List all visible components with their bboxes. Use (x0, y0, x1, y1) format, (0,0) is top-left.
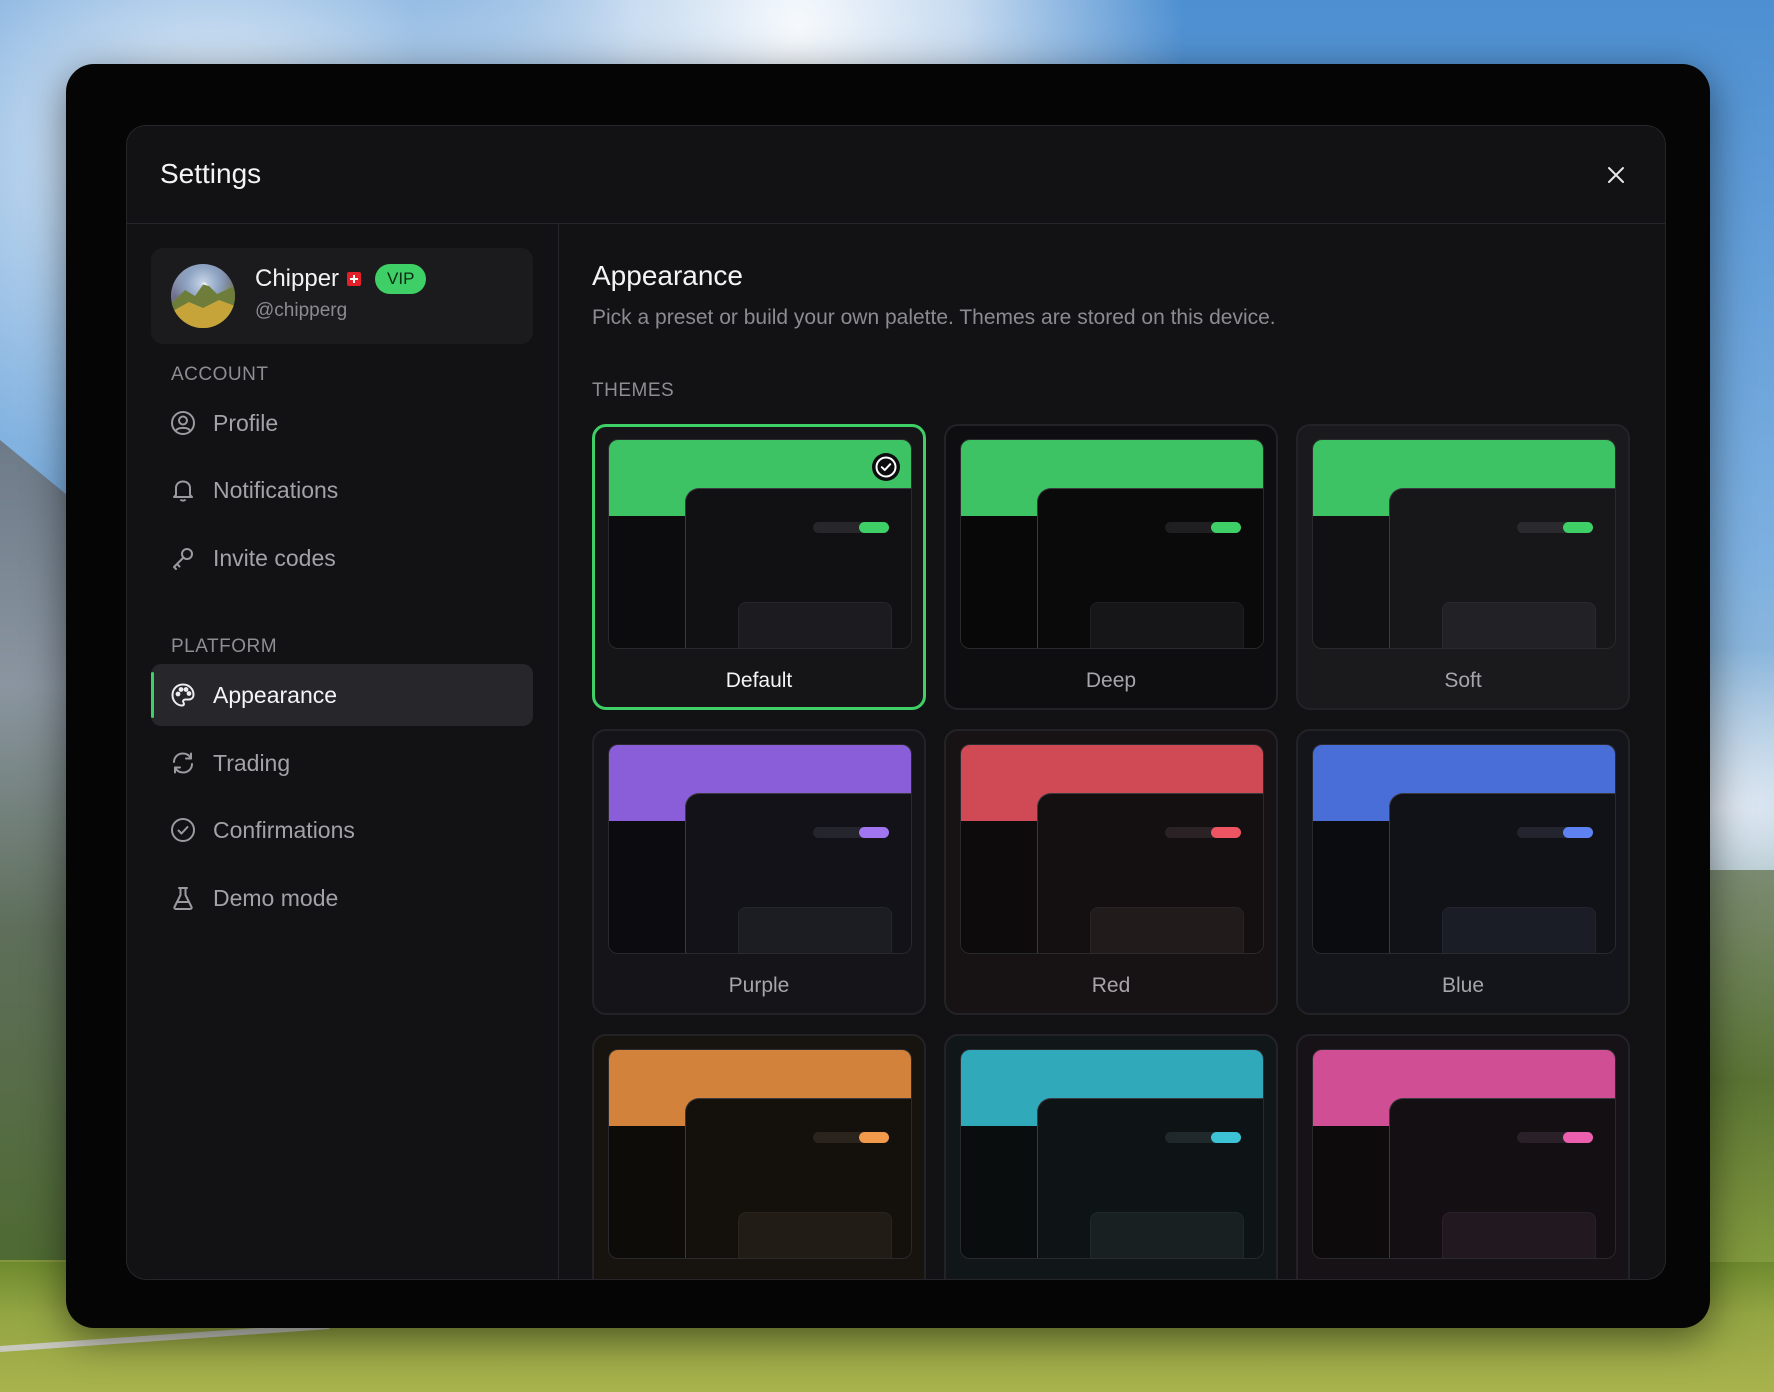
theme-preview-card (1090, 602, 1244, 648)
sidebar-item-confirmations[interactable]: Confirmations (151, 799, 533, 861)
theme-preview-card (1442, 1212, 1596, 1258)
section-label-account: ACCOUNT (171, 364, 269, 385)
theme-label: Soft (1444, 669, 1482, 692)
theme-card-deep[interactable]: Deep (944, 424, 1278, 710)
theme-card-orange[interactable]: Orange (592, 1034, 926, 1279)
theme-preview (1312, 439, 1616, 649)
theme-preview-toggle-knob (1563, 1132, 1593, 1143)
theme-preview-sidebar (961, 821, 1041, 953)
theme-preview (960, 439, 1264, 649)
section-label-platform: PLATFORM (171, 636, 278, 657)
theme-preview-sidebar (1313, 516, 1393, 648)
sidebar-item-label: Confirmations (213, 816, 355, 843)
theme-preview-sidebar (961, 516, 1041, 648)
theme-card-pink[interactable]: Pink (1296, 1034, 1630, 1279)
theme-preview (1312, 744, 1616, 954)
vip-badge: VIP (375, 264, 427, 294)
theme-label: Blue (1441, 974, 1485, 997)
sidebar-item-notifications[interactable]: Notifications (151, 459, 533, 521)
theme-card-blue[interactable]: Blue (1296, 729, 1630, 1015)
theme-preview-toggle-knob (859, 1132, 889, 1143)
theme-preview-sidebar (1313, 1126, 1393, 1258)
theme-preview-sidebar (609, 1126, 689, 1258)
theme-preview-sidebar (1313, 821, 1393, 953)
settings-sidebar: Chipper VIP @chipperg ACCOUNT Profile No… (127, 224, 559, 1279)
theme-card-cyan[interactable]: Cyan (944, 1034, 1278, 1279)
dialog-title: Settings (160, 158, 262, 189)
themes-section-label: THEMES (592, 380, 675, 401)
theme-preview-toggle-knob (1563, 827, 1593, 838)
theme-preview (608, 744, 912, 954)
theme-preview-card (738, 602, 892, 648)
bell-icon (169, 476, 197, 504)
theme-preview-card (738, 1212, 892, 1258)
theme-preview-card (1090, 1212, 1244, 1258)
theme-preview-card (738, 907, 892, 953)
sidebar-item-label: Demo mode (213, 884, 339, 911)
user-circle-icon (169, 409, 197, 437)
profile-name-row: Chipper VIP (255, 264, 427, 294)
theme-label: Deep (1085, 669, 1137, 692)
sidebar-item-trading[interactable]: Trading (151, 732, 533, 794)
theme-card-purple[interactable]: Purple (592, 729, 926, 1015)
dialog-header: Settings (127, 126, 1665, 224)
settings-dialog: Settings Chipper VIP @chipperg ACCOUNT P… (126, 125, 1666, 1280)
close-button[interactable] (1597, 156, 1635, 194)
sidebar-item-profile[interactable]: Profile (151, 392, 533, 454)
theme-preview-toggle-knob (1211, 827, 1241, 838)
refresh-icon (169, 749, 197, 777)
selected-check-icon (872, 453, 900, 481)
profile-card[interactable]: Chipper VIP @chipperg (151, 248, 533, 344)
theme-preview-sidebar (961, 1126, 1041, 1258)
sidebar-item-label: Trading (213, 749, 291, 776)
theme-preview-toggle-knob (859, 827, 889, 838)
sidebar-item-label: Notifications (213, 476, 339, 503)
theme-card-soft[interactable]: Soft (1296, 424, 1630, 710)
theme-preview (608, 439, 912, 649)
key-icon (169, 544, 197, 572)
sidebar-item-label: Invite codes (213, 544, 336, 571)
palette-icon (169, 681, 197, 709)
theme-preview-toggle-knob (1211, 522, 1241, 533)
theme-label: Red (1091, 974, 1131, 997)
flask-icon (169, 884, 197, 912)
sidebar-item-invite-codes[interactable]: Invite codes (151, 527, 533, 589)
theme-preview-toggle-knob (1211, 1132, 1241, 1143)
theme-preview (608, 1049, 912, 1259)
page-title: Appearance (592, 260, 744, 291)
theme-preview-toggle-knob (859, 522, 889, 533)
avatar (171, 264, 235, 328)
theme-preview-card (1090, 907, 1244, 953)
sidebar-item-appearance[interactable]: Appearance (151, 664, 533, 726)
theme-label: Default (725, 669, 793, 692)
theme-preview-sidebar (609, 821, 689, 953)
theme-preview-sidebar (609, 516, 689, 648)
theme-preview (1312, 1049, 1616, 1259)
theme-preview-toggle-knob (1563, 522, 1593, 533)
theme-card-default[interactable]: Default (592, 424, 926, 710)
page-subtitle: Pick a preset or build your own palette.… (592, 306, 1276, 329)
profile-handle: @chipperg (255, 300, 348, 321)
appearance-panel: Appearance Pick a preset or build your o… (559, 224, 1665, 1279)
theme-label: Purple (728, 974, 790, 997)
close-icon (1608, 167, 1624, 183)
theme-preview-card (1442, 602, 1596, 648)
theme-preview-card (1442, 907, 1596, 953)
sidebar-item-label: Profile (213, 409, 279, 436)
swiss-flag-icon (347, 272, 362, 286)
theme-preview (960, 744, 1264, 954)
theme-card-red[interactable]: Red (944, 729, 1278, 1015)
theme-preview (960, 1049, 1264, 1259)
sidebar-item-demo-mode[interactable]: Demo mode (151, 867, 533, 929)
sidebar-item-label: Appearance (213, 681, 338, 708)
profile-name: Chipper (255, 265, 340, 292)
check-circle-icon (169, 816, 197, 844)
